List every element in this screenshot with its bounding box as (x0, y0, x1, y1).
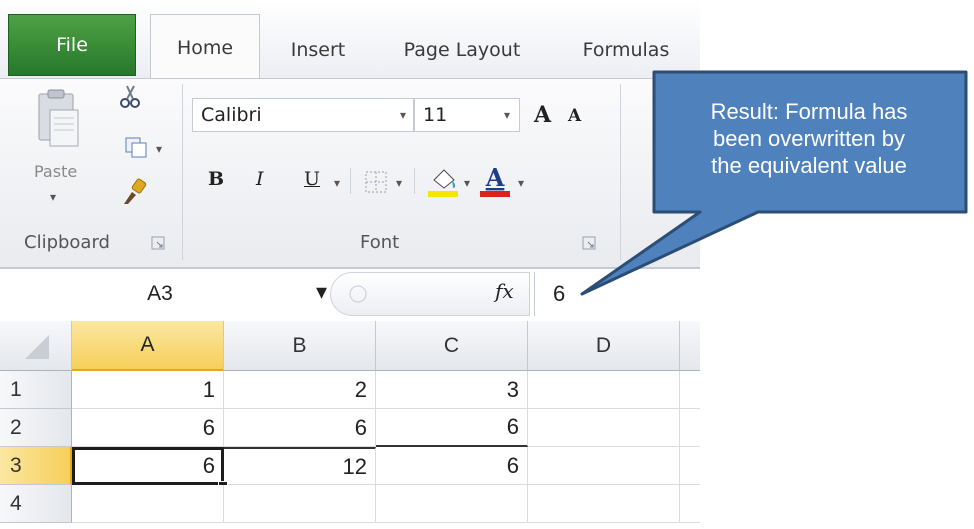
insert-function-icon[interactable]: fx (495, 279, 514, 303)
paste-button-label[interactable]: Paste (34, 162, 77, 181)
ribbon: File Home Insert Page Layout Formulas Pa… (0, 0, 700, 268)
font-name-value: Calibri (201, 104, 262, 126)
underline-button[interactable]: U (304, 168, 320, 190)
select-all-icon (24, 334, 49, 359)
toolbar-separator (350, 168, 351, 194)
cell-c1[interactable]: 3 (376, 371, 528, 409)
cell-d2[interactable] (528, 409, 680, 447)
fill-color-icon[interactable] (426, 164, 460, 198)
callout-line: the equivalent value (711, 153, 907, 178)
font-name-select[interactable]: Calibri (192, 98, 414, 132)
cell-b1[interactable]: 2 (224, 371, 376, 409)
tab-page-layout[interactable]: Page Layout (382, 24, 542, 76)
cell-b4[interactable] (224, 485, 376, 523)
group-separator (182, 84, 183, 260)
name-box[interactable]: A3 (0, 270, 320, 318)
column-header-e[interactable] (680, 321, 700, 371)
font-size-value: 11 (423, 104, 448, 126)
column-header-b[interactable]: B (224, 321, 376, 371)
paste-dropdown-icon[interactable]: ▾ (50, 190, 56, 204)
cell-e2[interactable] (680, 409, 700, 447)
cell-d4[interactable] (528, 485, 680, 523)
cell-e4[interactable] (680, 485, 700, 523)
cut-icon[interactable] (118, 84, 144, 110)
font-color-dropdown-icon[interactable]: ▾ (518, 176, 524, 190)
clipboard-group-label: Clipboard (24, 232, 110, 253)
copy-icon[interactable] (124, 136, 150, 160)
formula-value: 6 (553, 281, 566, 306)
bold-button[interactable]: B (208, 168, 224, 190)
select-all-corner[interactable] (0, 321, 72, 371)
callout-text: Result: Formula has been overwritten by … (664, 98, 954, 179)
row-header-1[interactable]: 1 (0, 371, 72, 409)
cell-b2[interactable]: 6 (224, 409, 376, 447)
cell-c4[interactable] (376, 485, 528, 523)
dialog-launcher-icon[interactable] (582, 236, 596, 250)
callout-line: been overwritten by (713, 126, 905, 151)
row-header-4[interactable]: 4 (0, 485, 72, 523)
cell-e1[interactable] (680, 371, 700, 409)
formula-input[interactable]: 6 (534, 272, 700, 316)
shrink-font-button[interactable]: A (568, 106, 581, 126)
font-size-dropdown-icon[interactable]: ▾ (504, 108, 510, 122)
cell-c2[interactable]: 6 (376, 409, 528, 447)
cell-a2[interactable]: 6 (72, 409, 224, 447)
underline-dropdown-icon[interactable]: ▾ (334, 176, 340, 190)
callout-line: Result: Formula has (710, 99, 908, 124)
tab-insert[interactable]: Insert (272, 24, 364, 76)
insert-function-splitter-icon[interactable] (347, 283, 369, 305)
column-header-a[interactable]: A (72, 321, 224, 371)
grow-font-button[interactable]: A (534, 102, 551, 128)
cell-d1[interactable] (528, 371, 680, 409)
ribbon-tab-bar: File Home Insert Page Layout Formulas (0, 0, 700, 80)
cell-a1[interactable]: 1 (72, 371, 224, 409)
toolbar-separator (414, 168, 415, 194)
tab-file[interactable]: File (8, 14, 136, 76)
font-name-dropdown-icon[interactable]: ▾ (400, 108, 406, 122)
formula-controls: fx (330, 272, 530, 316)
row-header-2[interactable]: 2 (0, 409, 72, 447)
tab-home[interactable]: Home (150, 14, 260, 80)
column-header-d[interactable]: D (528, 321, 680, 371)
cell-a3[interactable]: 6 (72, 447, 224, 485)
copy-dropdown-icon[interactable]: ▾ (156, 142, 162, 156)
svg-text:A: A (485, 164, 505, 192)
cell-a4[interactable] (72, 485, 224, 523)
name-box-value: A3 (147, 282, 173, 305)
cell-c3[interactable]: 6 (376, 447, 528, 485)
font-group-label: Font (360, 232, 400, 253)
group-separator (620, 84, 621, 260)
font-color-icon[interactable]: A (478, 164, 512, 198)
row-header-3[interactable]: 3 (0, 447, 72, 485)
column-header-c[interactable]: C (376, 321, 528, 371)
tab-formulas[interactable]: Formulas (566, 24, 686, 76)
cell-e3[interactable] (680, 447, 700, 485)
worksheet-grid: A B C D 1 1 2 3 2 6 6 6 3 6 12 6 4 (0, 321, 700, 529)
format-painter-icon[interactable] (120, 178, 148, 206)
name-box-dropdown-icon[interactable]: ▾ (316, 280, 327, 305)
cell-b3[interactable]: 12 (224, 447, 376, 485)
cell-d3[interactable] (528, 447, 680, 485)
borders-dropdown-icon[interactable]: ▾ (396, 176, 402, 190)
dialog-launcher-icon[interactable] (151, 236, 165, 250)
italic-button[interactable]: I (256, 168, 264, 190)
borders-icon[interactable] (364, 170, 388, 194)
paste-icon[interactable] (36, 88, 80, 152)
fill-color-dropdown-icon[interactable]: ▾ (464, 176, 470, 190)
